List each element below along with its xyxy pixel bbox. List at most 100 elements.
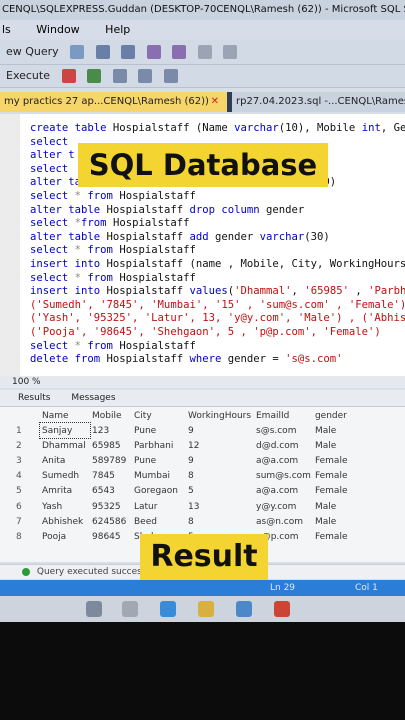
table-cell[interactable]: 8	[186, 469, 254, 484]
code-token: varchar	[234, 122, 279, 134]
table-cell[interactable]: 589789	[90, 453, 132, 468]
table-cell[interactable]: 5	[186, 484, 254, 499]
table-cell[interactable]: 95325	[90, 499, 132, 514]
table-cell[interactable]: Pune	[132, 423, 186, 438]
table-cell[interactable]: a@a.com	[254, 484, 313, 499]
table-cell[interactable]: 65985	[90, 438, 132, 453]
edge-icon[interactable]	[160, 601, 176, 617]
table-cell[interactable]: 8	[186, 514, 254, 529]
new-query-button[interactable]: ew Query	[6, 40, 59, 64]
redo-icon[interactable]	[172, 45, 187, 59]
column-header[interactable]: City	[132, 409, 186, 423]
overlay-title: SQL Database	[78, 143, 328, 187]
office-icon[interactable]	[274, 601, 290, 617]
parse-check-icon[interactable]	[87, 69, 101, 83]
close-icon[interactable]: ✕	[211, 92, 219, 112]
save-all-icon[interactable]	[121, 45, 136, 59]
zoom-level[interactable]: 100 %	[12, 377, 41, 387]
table-row[interactable]: 7 Abhishek 624586 Beed 8 as@n.com Male	[14, 514, 363, 529]
code-line: insert into Hospialstaff (name , Mobile,…	[30, 258, 405, 272]
code-line: select *from Hospialstaff	[30, 217, 405, 231]
column-header[interactable]: EmailId	[254, 409, 313, 423]
table-row[interactable]: 4 Sumedh 7845 Mumbai 8 sum@s.com Female	[14, 469, 363, 484]
menu-item-help[interactable]: Help	[103, 20, 130, 40]
table-cell[interactable]: Beed	[132, 514, 186, 529]
table-cell[interactable]: y@y.com	[254, 499, 313, 514]
table-cell[interactable]: Abhishek	[40, 514, 90, 529]
tab-results[interactable]: Results	[18, 390, 51, 406]
table-cell[interactable]: 123	[90, 423, 132, 438]
table-cell[interactable]: Amrita	[40, 484, 90, 499]
table-cell[interactable]: as@n.com	[254, 514, 313, 529]
database-icon[interactable]	[70, 45, 85, 59]
code-token: from	[81, 217, 107, 230]
status-message: Query executed success	[36, 567, 147, 577]
table-row[interactable]: 6 Yash 95325 Latur 13 y@y.com Male	[14, 499, 363, 514]
window-title: CENQL\SQLEXPRESS.Guddan (DESKTOP-70CENQL…	[0, 0, 405, 20]
column-header[interactable]: WorkingHours	[186, 409, 254, 423]
code-line: ('Pooja', '98645', 'Shehgaon', 5 , 'p@p.…	[30, 326, 405, 340]
table-cell[interactable]: 9	[186, 423, 254, 438]
table-cell[interactable]: 624586	[90, 514, 132, 529]
comment-icon[interactable]	[138, 69, 152, 83]
table-cell[interactable]: Sanjay	[39, 421, 91, 440]
table-cell[interactable]: 98645	[90, 529, 132, 544]
folder-icon[interactable]	[198, 601, 214, 617]
table-cell[interactable]: 9	[186, 453, 254, 468]
table-cell[interactable]: Goregaon	[132, 484, 186, 499]
code-token: *	[68, 244, 88, 257]
tab-messages[interactable]: Messages	[71, 390, 115, 406]
table-cell[interactable]: Female	[313, 469, 363, 484]
code-token: from	[87, 271, 113, 284]
table-cell[interactable]: Pooja	[40, 529, 90, 544]
table-cell[interactable]: Male	[313, 499, 363, 514]
table-cell[interactable]: Female	[313, 453, 363, 468]
taskbar-app-icon[interactable]	[122, 601, 138, 617]
undo-icon[interactable]	[146, 45, 161, 59]
indent-icon[interactable]	[163, 69, 178, 83]
table-cell[interactable]: a@a.com	[254, 453, 313, 468]
table-cell[interactable]: 12	[186, 438, 254, 453]
stop-icon[interactable]	[61, 69, 76, 83]
taskbar-app-icon[interactable]	[86, 601, 102, 617]
table-cell[interactable]: Male	[313, 438, 363, 453]
code-line: alter table Hospialstaff drop column gen…	[30, 204, 405, 218]
menu-item-window[interactable]: Window	[34, 20, 79, 40]
column-header[interactable]: Mobile	[90, 409, 132, 423]
table-cell[interactable]: 13	[186, 499, 254, 514]
row-number: 2	[16, 440, 22, 451]
code-token: drop column	[189, 203, 260, 216]
execute-button[interactable]: Execute	[6, 65, 50, 87]
activity-icon[interactable]	[223, 45, 238, 59]
table-cell[interactable]: Pune	[132, 453, 186, 468]
table-cell[interactable]: 7845	[90, 469, 132, 484]
menu-item-tools[interactable]: ls	[0, 20, 11, 40]
table-cell[interactable]: Sumedh	[40, 469, 90, 484]
table-cell[interactable]: Anita	[40, 453, 90, 468]
table-cell[interactable]: Parbhani	[132, 438, 186, 453]
search-icon[interactable]	[197, 45, 212, 59]
save-icon[interactable]	[95, 45, 110, 59]
tab-active-query[interactable]: my practics 27 ap...CENQL\Ramesh (62)) ✕	[0, 92, 227, 112]
table-cell[interactable]: Dhammal	[40, 438, 90, 453]
table-cell[interactable]: sum@s.com	[254, 469, 313, 484]
table-cell[interactable]: Mumbai	[132, 469, 186, 484]
table-row[interactable]: 2 Dhammal 65985 Parbhani 12 d@d.com Male	[14, 438, 363, 453]
table-row[interactable]: 1 Sanjay 123 Pune 9 s@s.com Male	[14, 421, 363, 440]
table-row[interactable]: 5 Amrita 6543 Goregaon 5 a@a.com Female	[14, 484, 363, 499]
column-header[interactable]: Name	[40, 409, 90, 423]
results-grid-icon[interactable]	[112, 69, 127, 83]
table-cell[interactable]: s@s.com	[254, 423, 313, 438]
table-cell[interactable]: Male	[313, 423, 363, 438]
table-cell[interactable]: d@d.com	[254, 438, 313, 453]
table-cell[interactable]: Female	[313, 484, 363, 499]
store-icon[interactable]	[236, 601, 252, 617]
tab-inactive-query[interactable]: rp27.04.2023.sql -...CENQL\Ramesh (	[232, 92, 405, 112]
table-cell[interactable]: Yash	[40, 499, 90, 514]
table-cell[interactable]: Latur	[132, 499, 186, 514]
table-cell[interactable]: Female	[313, 529, 363, 544]
table-cell[interactable]: Male	[313, 514, 363, 529]
column-header[interactable]: gender	[313, 409, 363, 423]
table-row[interactable]: 3 Anita 589789 Pune 9 a@a.com Female	[14, 453, 363, 468]
table-cell[interactable]: 6543	[90, 484, 132, 499]
